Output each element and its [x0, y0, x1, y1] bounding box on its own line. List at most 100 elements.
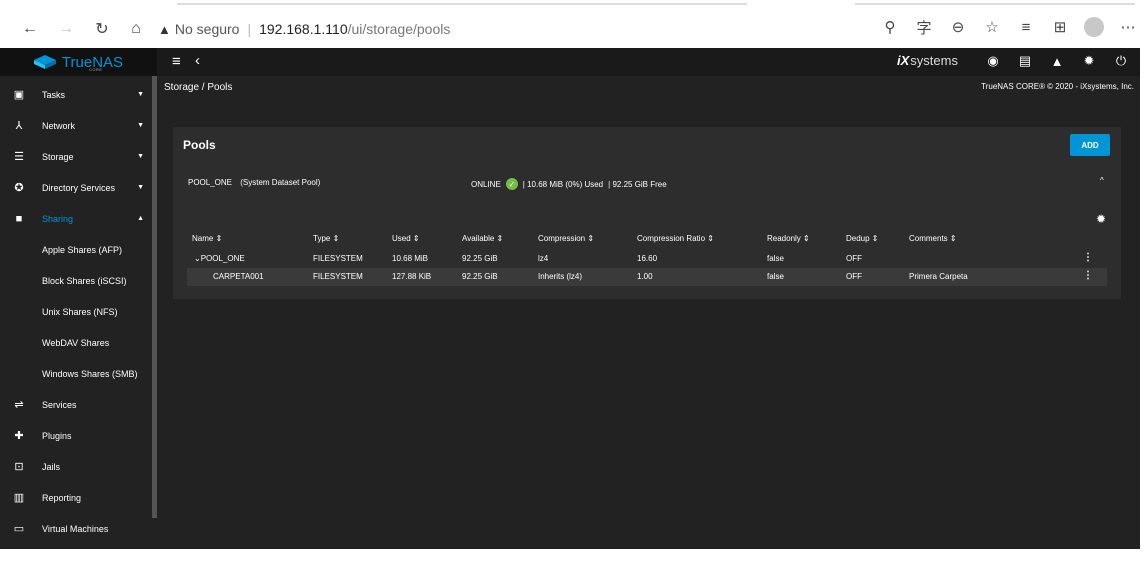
sidebar-item-reporting[interactable]: ▥ Reporting: [0, 482, 152, 513]
cell-readonly: false: [767, 254, 784, 263]
monitor-icon: ▭: [13, 523, 25, 535]
key-icon[interactable]: ⚲: [878, 15, 902, 39]
logo-subtext: CORE: [89, 67, 103, 72]
truenas-logo[interactable]: TrueNAS CORE: [0, 48, 157, 76]
chevron-down-icon: ▼: [137, 91, 144, 98]
zoom-icon[interactable]: ⊖: [946, 15, 970, 39]
truecommand-icon[interactable]: ◉: [984, 52, 1002, 70]
sidebar-item-virtual-machines[interactable]: ▭ Virtual Machines: [0, 513, 152, 544]
home-icon[interactable]: ⌂: [122, 15, 150, 43]
sidebar-item-label: Services: [42, 399, 77, 410]
menu-icon[interactable]: ≡: [172, 53, 181, 70]
calendar-icon: ▣: [13, 89, 25, 101]
column-header-dedup[interactable]: Dedup ⇕: [846, 234, 879, 243]
cell-used: 127.88 KiB: [392, 272, 432, 281]
more-menu-icon[interactable]: ⋯: [1116, 15, 1140, 39]
sidebar-item-label: Plugins: [42, 430, 72, 441]
clipboard-icon[interactable]: ▤: [1016, 52, 1034, 70]
column-header-compression-ratio[interactable]: Compression Ratio ⇕: [637, 234, 714, 243]
network-icon: ⅄: [15, 120, 23, 132]
bell-icon[interactable]: ▲: [1048, 52, 1066, 70]
pools-card: Pools ADD POOL_ONE (System Dataset Pool)…: [173, 127, 1121, 299]
jail-icon: ⊡: [14, 461, 24, 473]
chevron-up-icon[interactable]: ^: [1100, 176, 1104, 185]
cell-available: 92.25 GiB: [462, 254, 498, 263]
sidebar-item-label: Tasks: [42, 89, 66, 100]
add-pool-button[interactable]: ADD: [1070, 134, 1110, 156]
sidebar-subitem-iscsi[interactable]: Block Shares (iSCSI): [0, 265, 152, 296]
browser-tab-strip: [0, 0, 1148, 10]
sidebar-item-label: Reporting: [42, 492, 82, 503]
profile-avatar[interactable]: [1082, 15, 1106, 39]
cell-type: FILESYSTEM: [313, 254, 363, 263]
gear-icon[interactable]: ✹: [1096, 212, 1106, 226]
sidebar-item-jails[interactable]: ⊡ Jails: [0, 451, 152, 482]
more-vert-icon[interactable]: ⋮: [1083, 252, 1093, 263]
column-header-compression[interactable]: Compression ⇕: [538, 234, 594, 243]
ix-logo-mark: iX: [897, 53, 910, 68]
sidebar-subitem-nfs[interactable]: Unix Shares (NFS): [0, 296, 152, 327]
sidebar-item-network[interactable]: ⅄ Network ▼: [0, 110, 152, 141]
sidebar-item-label: Sharing: [42, 213, 74, 224]
cell-readonly: false: [767, 272, 784, 281]
favorites-list-icon[interactable]: ≡: [1014, 15, 1038, 39]
cell-type: FILESYSTEM: [313, 272, 363, 281]
cell-compression-ratio: 16.60: [637, 254, 658, 263]
column-header-used[interactable]: Used ⇕: [392, 234, 420, 243]
collections-icon[interactable]: ⊞: [1048, 15, 1072, 39]
chevron-down-icon: ▼: [137, 153, 144, 160]
translate-icon[interactable]: 字: [912, 15, 936, 39]
sidebar-item-label: Directory Services: [42, 182, 116, 193]
column-header-type[interactable]: Type ⇕: [313, 234, 339, 243]
storage-icon: ☰: [14, 151, 24, 163]
refresh-icon[interactable]: ↻: [88, 15, 116, 43]
cell-compression-ratio: 1.00: [637, 272, 653, 281]
sidebar-item-services[interactable]: ⇌ Services: [0, 389, 152, 420]
ixsystems-logo[interactable]: iX systems: [897, 53, 958, 68]
sidebar-item-sharing[interactable]: ■ Sharing ▲: [0, 203, 152, 234]
cell-dedup: OFF: [846, 272, 862, 281]
chevron-left-icon[interactable]: ‹: [195, 52, 200, 69]
sidebar-item-plugins[interactable]: ✚ Plugins: [0, 420, 152, 451]
services-icon: ⇌: [14, 399, 24, 411]
puzzle-icon: ✚: [14, 430, 24, 442]
sidebar-scrollbar[interactable]: [152, 76, 157, 518]
table-row[interactable]: CARPETA001 FILESYSTEM 127.88 KiB 92.25 G…: [187, 268, 1107, 286]
sidebar-item-label: Network: [42, 120, 76, 131]
ix-logo-text: systems: [910, 53, 958, 68]
cell-dedup: OFF: [846, 254, 862, 263]
sidebar-item-tasks[interactable]: ▣ Tasks ▼: [0, 79, 152, 110]
app-topbar: TrueNAS CORE ≡ ‹ iX systems ◉ ▤ ▲ ✹ ⏻: [0, 48, 1140, 76]
table-row[interactable]: ⌄POOL_ONE FILESYSTEM 10.68 MiB 92.25 GiB…: [187, 250, 1107, 268]
more-vert-icon[interactable]: ⋮: [1083, 270, 1093, 281]
forward-icon[interactable]: →: [52, 15, 80, 43]
column-header-comments[interactable]: Comments ⇕: [909, 234, 957, 243]
sidebar-subitem-afp[interactable]: Apple Shares (AFP): [0, 234, 152, 265]
sidebar-item-storage[interactable]: ☰ Storage ▼: [0, 141, 152, 172]
column-header-name[interactable]: Name ⇕: [192, 234, 222, 243]
column-header-readonly[interactable]: Readonly ⇕: [767, 234, 810, 243]
gear-icon[interactable]: ✹: [1080, 52, 1098, 70]
cell-used: 10.68 MiB: [392, 254, 429, 263]
favorite-star-icon[interactable]: ☆: [980, 15, 1004, 39]
topbar-icons: ◉ ▤ ▲ ✹ ⏻: [984, 52, 1130, 70]
sidebar-subitem-webdav[interactable]: WebDAV Shares: [0, 327, 152, 358]
directory-icon: ✪: [14, 182, 24, 194]
back-icon[interactable]: ←: [16, 15, 44, 43]
power-icon[interactable]: ⏻: [1112, 52, 1130, 70]
column-header-available[interactable]: Available ⇕: [462, 234, 503, 243]
cell-name[interactable]: ⌄POOL_ONE: [194, 254, 245, 263]
cell-available: 92.25 GiB: [462, 272, 498, 281]
pool-name: POOL_ONE: [188, 178, 233, 187]
pool-tag: (System Dataset Pool): [240, 178, 321, 187]
chart-icon: ▥: [13, 492, 25, 504]
check-circle-icon: ✓: [505, 178, 518, 190]
sidebar-subitem-smb[interactable]: Windows Shares (SMB): [0, 358, 152, 389]
address-bar[interactable]: ▲ No seguro | 192.168.1.110 /ui/storage/…: [158, 15, 450, 43]
sidebar-item-directory-services[interactable]: ✪ Directory Services ▼: [0, 172, 152, 203]
sidebar: ▣ Tasks ▼ ⅄ Network ▼ ☰ Storage ▼ ✪ Dire…: [0, 76, 157, 549]
truenas-app: TrueNAS CORE ≡ ‹ iX systems ◉ ▤ ▲ ✹ ⏻ ▣ …: [0, 48, 1140, 549]
table-header: Name ⇕ Type ⇕ Used ⇕ Available ⇕ Compres…: [187, 230, 1107, 248]
url-host: 192.168.1.110: [259, 21, 348, 37]
cell-compression: Inherits (lz4): [538, 272, 583, 281]
